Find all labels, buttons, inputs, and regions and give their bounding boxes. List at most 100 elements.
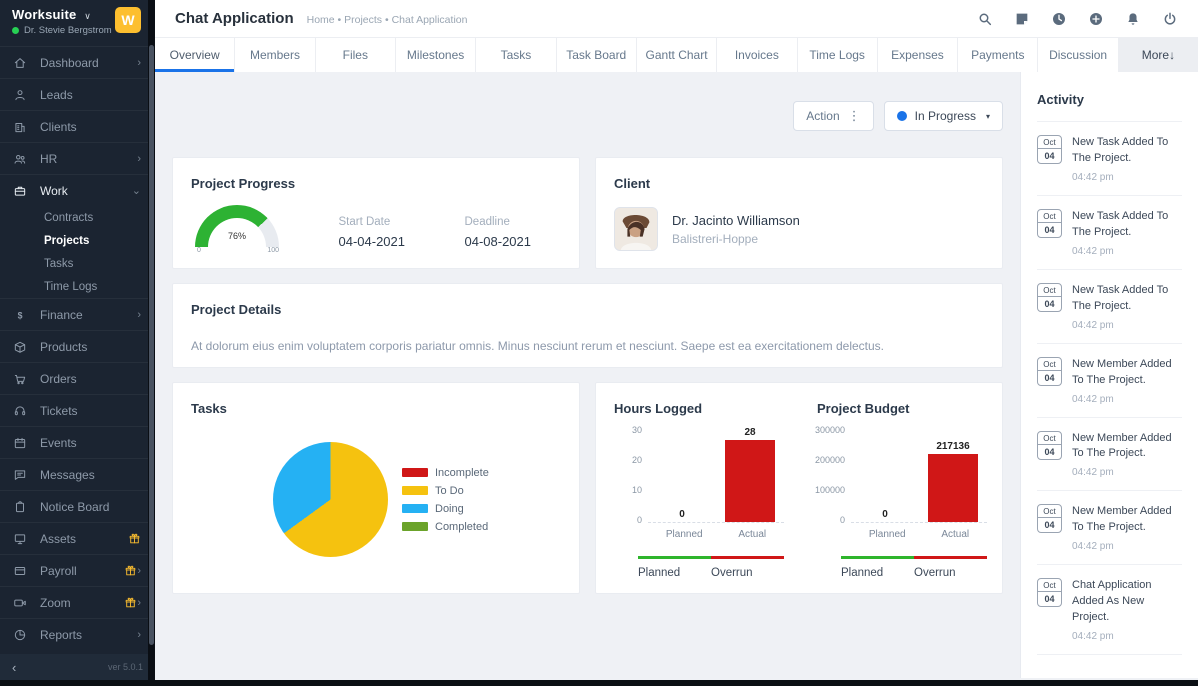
chevron-down-icon: ∨ xyxy=(84,11,91,21)
tab-time-logs[interactable]: Time Logs xyxy=(798,38,878,72)
sidebar-item-products[interactable]: Products xyxy=(0,330,155,362)
progress-gauge: 76% 0 100 xyxy=(195,205,279,259)
sidebar-footer: ‹ ver 5.0.1 xyxy=(0,654,155,680)
sidebar-item-projects[interactable]: Projects xyxy=(0,229,155,252)
overrun-legend-line xyxy=(914,556,987,559)
sidebar-item-dashboard[interactable]: Dashboard › xyxy=(0,46,155,78)
legend-label: Overrun xyxy=(914,567,987,579)
sidebar-header: Worksuite ∨ Dr. Stevie Bergstrom W xyxy=(0,0,155,42)
action-button[interactable]: Action ⋮ xyxy=(793,101,873,131)
sidebar-item-clients[interactable]: Clients xyxy=(0,110,155,142)
chevron-icon: › xyxy=(137,309,141,321)
date-badge: Oct 04 xyxy=(1037,283,1062,312)
sidebar-scrollbar-thumb[interactable] xyxy=(149,45,154,645)
sidebar-item-events[interactable]: Events xyxy=(0,426,155,458)
tab-gantt-chart[interactable]: Gantt Chart xyxy=(637,38,717,72)
card-title: Project Budget xyxy=(805,383,996,416)
project-tab-bar: Overview Members Files Milestones Tasks … xyxy=(155,37,1198,72)
sidebar-item-reports[interactable]: Reports › xyxy=(0,618,155,650)
sidebar-item-orders[interactable]: Orders xyxy=(0,362,155,394)
collapse-sidebar-button[interactable]: ‹ xyxy=(12,660,16,675)
sidebar-item-label: Reports xyxy=(40,628,137,642)
legend-label: Incomplete xyxy=(435,467,489,479)
actual-bar xyxy=(928,454,978,522)
tab-payments[interactable]: Payments xyxy=(958,38,1038,72)
kebab-menu-icon: ⋮ xyxy=(848,108,861,124)
date-month: Oct xyxy=(1038,210,1061,223)
tab-tasks[interactable]: Tasks xyxy=(476,38,556,72)
card-title: Hours Logged xyxy=(602,383,793,416)
sidebar-item-hr[interactable]: HR › xyxy=(0,142,155,174)
activity-title: Activity xyxy=(1037,72,1182,122)
sidebar-item-notice-board[interactable]: Notice Board xyxy=(0,490,155,522)
planned-legend-line xyxy=(638,556,711,559)
sidebar: Worksuite ∨ Dr. Stevie Bergstrom W Dashb… xyxy=(0,0,155,686)
gift-icon xyxy=(124,596,137,609)
clock-icon[interactable] xyxy=(1051,11,1067,27)
start-date-value: 04-04-2021 xyxy=(339,234,406,249)
sidebar-item-contracts[interactable]: Contracts xyxy=(0,206,155,229)
tab-label: Members xyxy=(250,48,300,62)
status-dropdown[interactable]: In Progress ▾ xyxy=(884,101,1003,131)
tab-more[interactable]: More↓ xyxy=(1119,38,1198,72)
tab-label: Gantt Chart xyxy=(646,48,708,62)
tab-label: Time Logs xyxy=(809,48,865,62)
bar-plot: 0 217136 xyxy=(851,428,987,523)
sidebar-nav: Dashboard › Leads Clients HR › Wor xyxy=(0,46,155,650)
app-logo[interactable]: W xyxy=(115,7,141,33)
tab-files[interactable]: Files xyxy=(316,38,396,72)
search-icon[interactable] xyxy=(977,11,993,27)
sidebar-item-tickets[interactable]: Tickets xyxy=(0,394,155,426)
sidebar-item-payroll[interactable]: Payroll › xyxy=(0,554,155,586)
card-title: Project Progress xyxy=(173,158,579,191)
top-icon-group xyxy=(977,11,1178,27)
sidebar-item-leads[interactable]: Leads xyxy=(0,78,155,110)
tab-members[interactable]: Members xyxy=(235,38,315,72)
activity-text: New Task Added To The Project. xyxy=(1072,209,1182,241)
tab-task-board[interactable]: Task Board xyxy=(557,38,637,72)
sidebar-item-assets[interactable]: Assets xyxy=(0,522,155,554)
project-details-text: At dolorum eius enim voluptatem corporis… xyxy=(173,317,1002,353)
date-badge: Oct 04 xyxy=(1037,209,1062,238)
sidebar-item-label: Notice Board xyxy=(40,500,141,514)
tab-milestones[interactable]: Milestones xyxy=(396,38,476,72)
activity-item: Oct 04 New Member Added To The Project. … xyxy=(1037,491,1182,565)
sidebar-item-label: Clients xyxy=(40,120,141,134)
activity-time: 04:42 pm xyxy=(1072,467,1182,478)
activity-text: Chat Application Added As New Project. xyxy=(1072,578,1182,626)
activity-time: 04:42 pm xyxy=(1072,631,1182,642)
bell-icon[interactable] xyxy=(1125,11,1141,27)
tab-label: Discussion xyxy=(1049,48,1107,62)
tab-invoices[interactable]: Invoices xyxy=(717,38,797,72)
power-icon[interactable] xyxy=(1162,11,1178,27)
legend-item: Doing xyxy=(402,503,489,515)
add-icon[interactable] xyxy=(1088,11,1104,27)
tab-expenses[interactable]: Expenses xyxy=(878,38,958,72)
top-bar: Chat Application Home • Projects • Chat … xyxy=(155,0,1198,37)
sticky-note-icon[interactable] xyxy=(1014,11,1030,27)
activity-item: Oct 04 New Member Added To The Project. … xyxy=(1037,418,1182,492)
legend-label: Doing xyxy=(435,503,464,515)
cart-icon xyxy=(12,372,28,386)
tasks-pie xyxy=(273,442,388,557)
chevron-icon: ⌄ xyxy=(132,184,141,197)
sidebar-item-label: Events xyxy=(40,436,141,450)
date-day: 04 xyxy=(1038,445,1061,459)
online-status-dot xyxy=(12,27,19,34)
tab-overview[interactable]: Overview xyxy=(155,38,235,72)
tab-discussion[interactable]: Discussion xyxy=(1038,38,1118,72)
sidebar-item-time-logs[interactable]: Time Logs xyxy=(0,275,155,298)
y-axis: 3000002000001000000 xyxy=(813,428,851,523)
chevron-icon: › xyxy=(137,57,141,69)
tasks-chart-card: Tasks Incomplete To Do Doing Completed xyxy=(172,382,580,594)
sidebar-item-zoom[interactable]: Zoom › xyxy=(0,586,155,618)
tab-label: Overview xyxy=(170,48,220,62)
sidebar-item-label: Projects xyxy=(44,235,141,247)
card-title: Project Details xyxy=(173,284,1002,317)
sidebar-item-work[interactable]: Work ⌄ xyxy=(0,174,155,206)
sidebar-item-messages[interactable]: Messages xyxy=(0,458,155,490)
sidebar-item-finance[interactable]: Finance › xyxy=(0,298,155,330)
client-company: Balistreri-Hoppe xyxy=(672,232,800,246)
sidebar-item-tasks[interactable]: Tasks xyxy=(0,252,155,275)
activity-time: 04:42 pm xyxy=(1072,172,1182,183)
